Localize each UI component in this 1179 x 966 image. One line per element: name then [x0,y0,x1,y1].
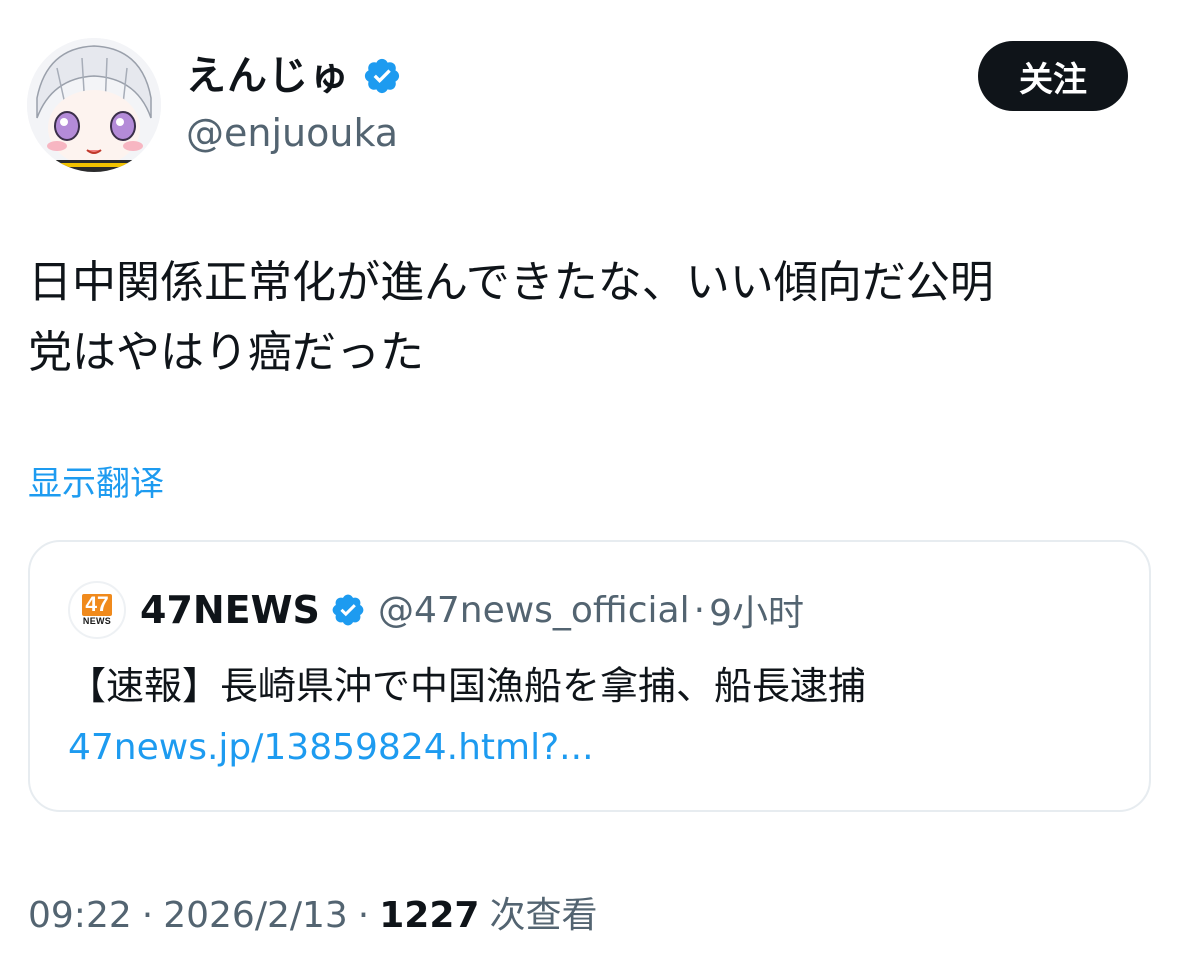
author-handle[interactable]: @enjuouka [186,110,398,156]
follow-button[interactable]: 关注 [978,41,1128,111]
quoted-author-handle: @47news_official [377,589,690,631]
quoted-author-name: 47NEWS [140,588,320,632]
author-avatar[interactable] [27,38,161,172]
separator-dot: · [141,895,154,936]
views-count: 1227 [379,895,480,936]
separator-dot: · [693,589,706,631]
author-name-row: えんじゅ [186,50,402,102]
tweet-detail: えんじゅ @enjuouka 关注 日中関係正常化が進んできたな、いい傾向だ公明… [0,0,1179,966]
verified-badge-icon [362,56,402,96]
show-translation-link[interactable]: 显示翻译 [28,458,164,510]
quoted-tweet-card[interactable]: 47 NEWS 47NEWS @47news_official · 9小时 【速… [28,540,1151,812]
quoted-tweet-link[interactable]: 47news.jp/13859824.html?... [68,720,594,776]
verified-badge-icon [330,592,366,628]
views-label: 次查看 [489,895,598,936]
tweet-meta: 09:22 · 2026/2/13 · 1227 次查看 [28,888,597,944]
tweet-date[interactable]: 2026/2/13 [163,888,348,944]
quoted-tweet-time: 9小时 [709,593,804,634]
quoted-author-avatar: 47 NEWS [68,581,126,639]
tweet-time[interactable]: 09:22 [28,888,132,944]
avatar-illustration [27,38,161,172]
quoted-tweet-text: 【速報】長崎県沖で中国漁船を拿捕、船長逮捕 [68,664,867,708]
quoted-avatar-logo-word: NEWS [82,615,112,626]
separator-dot: · [357,895,370,936]
tweet-text: 日中関係正常化が進んできたな、いい傾向だ公明 党はやはり癌だった [28,257,994,378]
quoted-tweet-header: 47 NEWS 47NEWS @47news_official · 9小时 [68,581,804,639]
author-display-name[interactable]: えんじゅ [186,50,350,102]
quoted-avatar-logo-number: 47 [82,593,112,616]
